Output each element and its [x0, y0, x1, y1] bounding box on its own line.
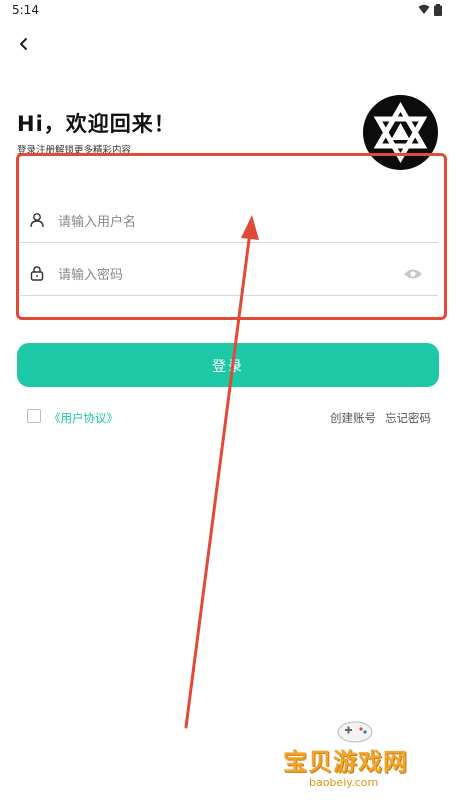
create-account-link[interactable]: 创建账号 — [330, 410, 376, 426]
watermark-text: 宝贝游戏网 — [283, 748, 408, 776]
login-label: 登录 — [212, 359, 244, 375]
back-button[interactable] — [14, 34, 34, 54]
agreement-checkbox[interactable] — [27, 409, 41, 423]
highlight-box — [16, 153, 447, 320]
wifi-icon — [418, 4, 430, 14]
status-bar: 5:14 — [0, 0, 456, 22]
gamepad-icon — [337, 721, 373, 743]
login-button[interactable]: 登录 — [17, 343, 439, 387]
watermark: 宝贝游戏网 baobeiy.com — [282, 718, 442, 808]
status-time: 5:14 — [12, 3, 39, 17]
user-agreement-link[interactable]: 《用户协议》 — [49, 410, 118, 426]
page-title: Hi，欢迎回来！ — [17, 112, 176, 136]
watermark-url: baobeiy.com — [309, 776, 379, 789]
chevron-left-icon — [20, 38, 27, 50]
forgot-password-link[interactable]: 忘记密码 — [385, 410, 431, 426]
battery-icon — [434, 4, 442, 16]
